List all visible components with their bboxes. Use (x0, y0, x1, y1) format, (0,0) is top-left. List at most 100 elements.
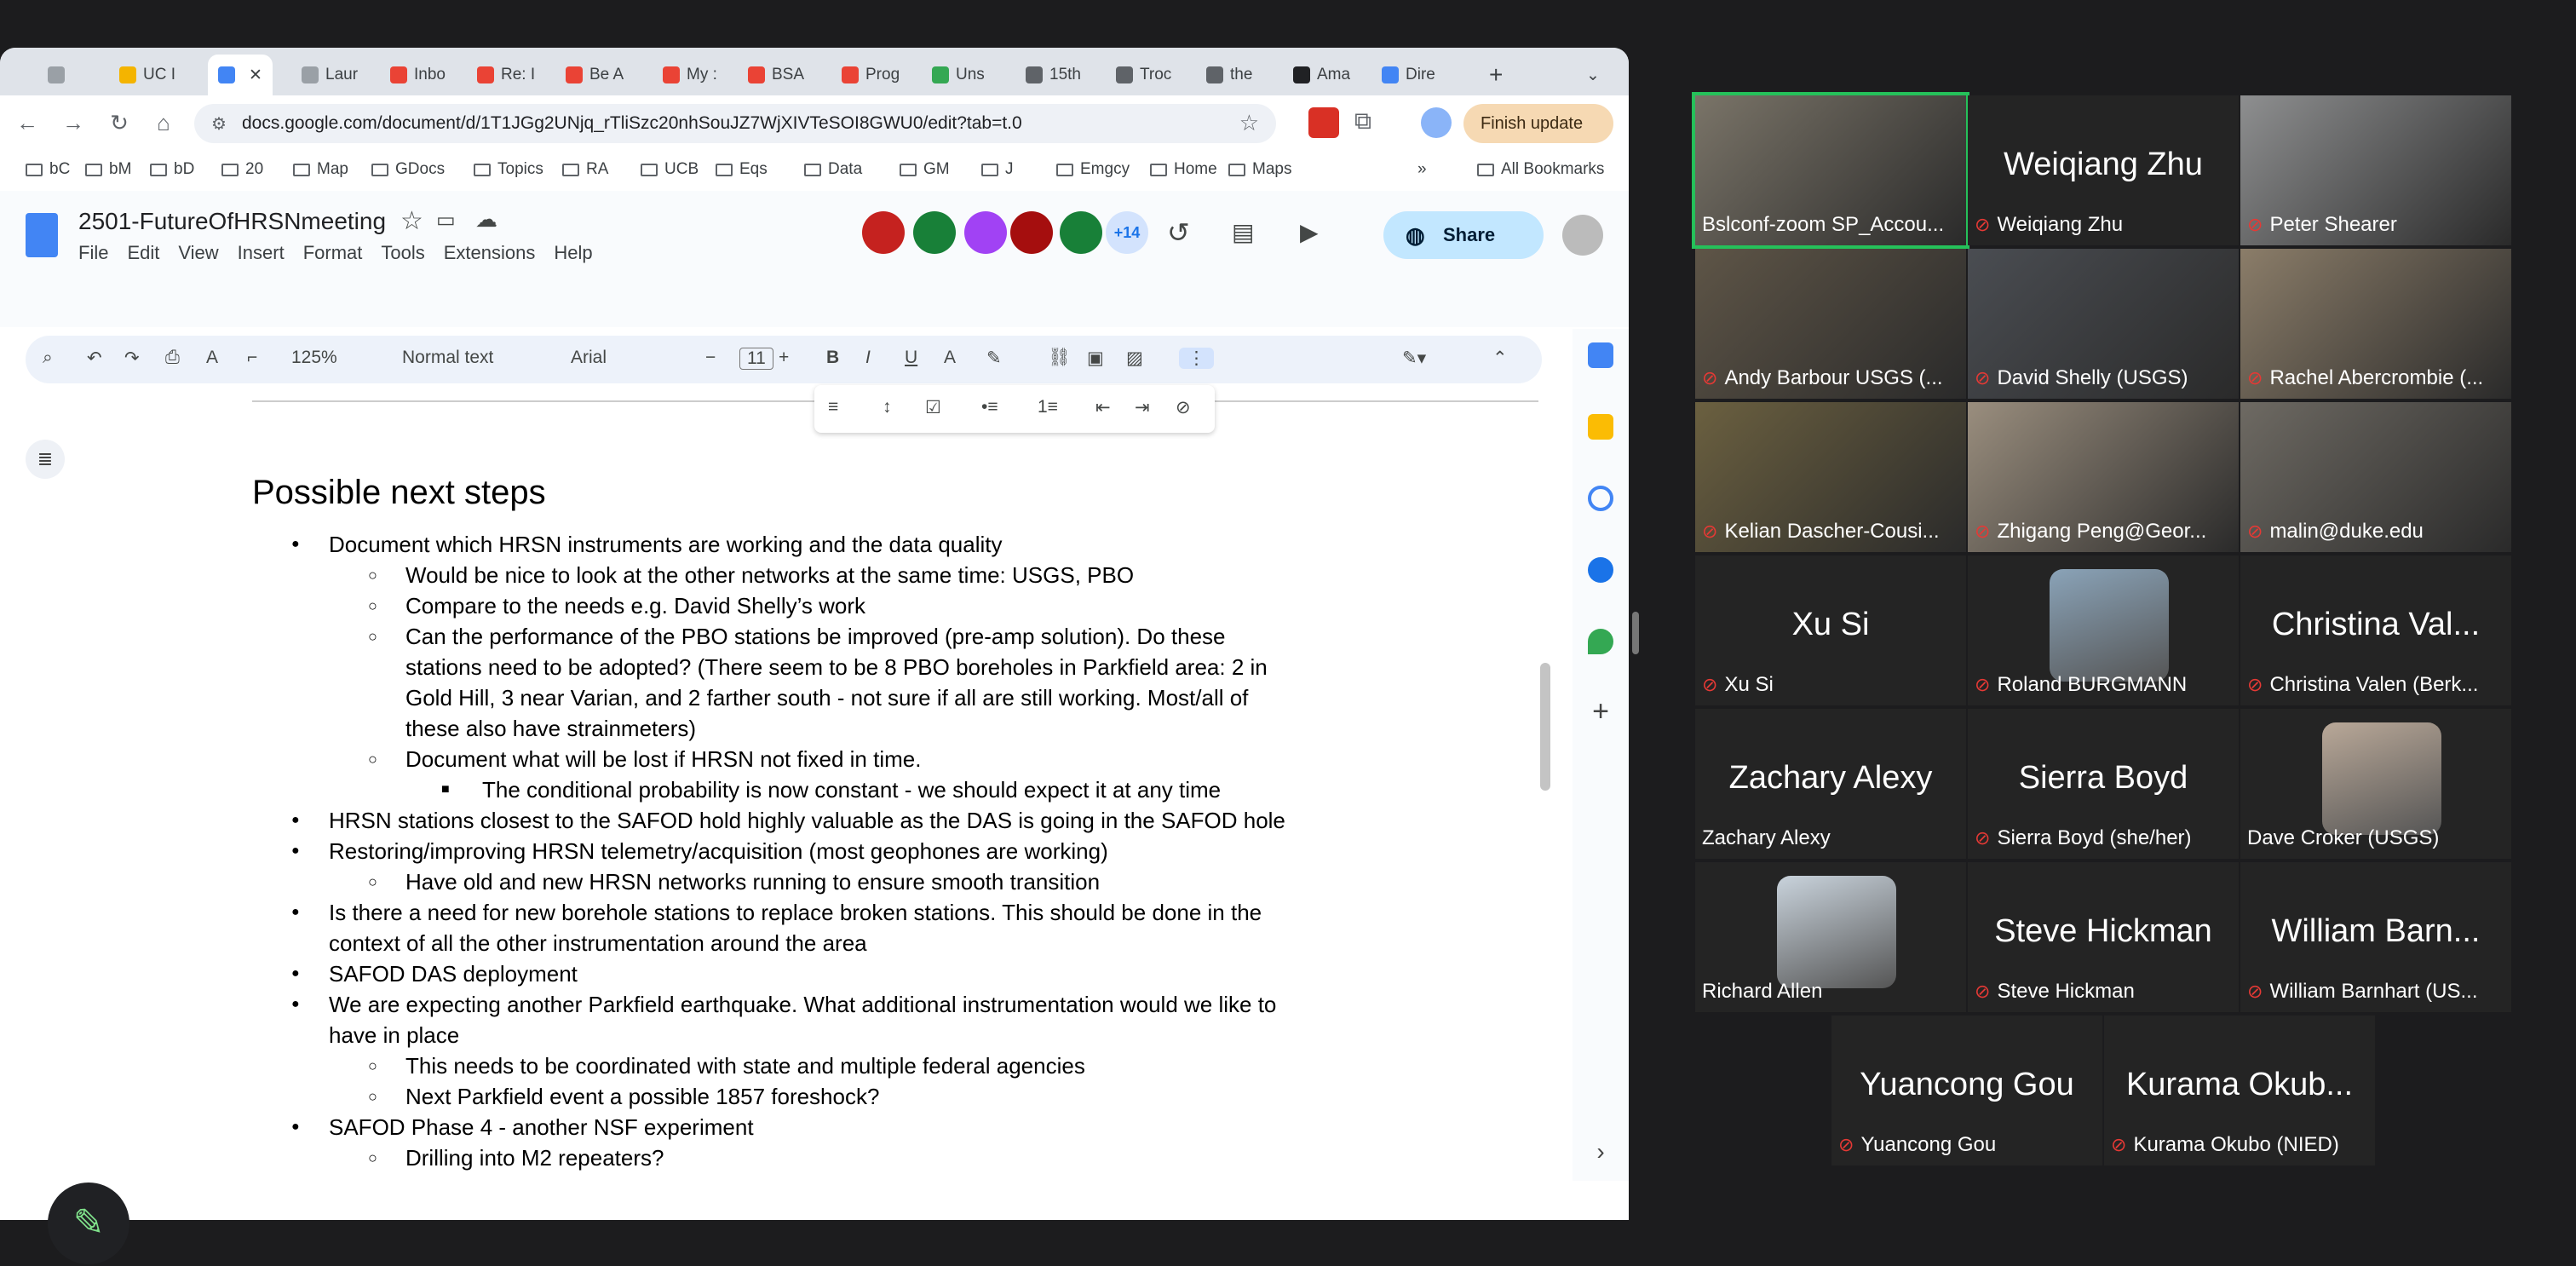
style-select[interactable]: Normal text (402, 348, 493, 368)
scrollbar[interactable] (1540, 663, 1550, 791)
line-spacing-icon[interactable]: ↕ (883, 397, 892, 417)
participant-tile[interactable]: ⊘ malin@duke.edu (2240, 402, 2511, 552)
menu-tools[interactable]: Tools (381, 242, 424, 264)
menu-extensions[interactable]: Extensions (444, 242, 536, 264)
bookmark-item[interactable]: Maps (1228, 160, 1291, 179)
bookmark-item[interactable]: bD (150, 160, 194, 179)
viewer-avatar[interactable] (1010, 211, 1053, 254)
participant-tile[interactable]: ⊘ Kelian Dascher-Cousi... (1695, 402, 1966, 552)
finish-update-button[interactable]: Finish update (1463, 104, 1613, 143)
bookmark-item[interactable]: bC (26, 160, 70, 179)
browser-tab[interactable]: Laur (302, 60, 358, 90)
redo-icon[interactable]: ↷ (124, 348, 140, 369)
participant-tile[interactable]: ⊘ Zhigang Peng@Geor... (1968, 402, 2239, 552)
share-button[interactable]: ◍ Share (1383, 211, 1544, 259)
version-history-icon[interactable]: ↺ (1167, 216, 1190, 249)
menu-view[interactable]: View (178, 242, 218, 264)
bookmark-item[interactable]: Map (293, 160, 348, 179)
all-bookmarks[interactable]: All Bookmarks (1477, 160, 1604, 179)
browser-tab[interactable]: BSA (748, 60, 804, 90)
viewer-avatar[interactable] (1060, 211, 1102, 254)
home-icon[interactable]: ⌂ (150, 109, 177, 136)
maps-icon[interactable] (1588, 629, 1613, 654)
bookmark-item[interactable]: RA (562, 160, 608, 179)
italic-icon[interactable]: I (865, 348, 871, 368)
new-tab-icon[interactable]: + (1489, 60, 1503, 90)
add-addon-icon[interactable]: + (1588, 697, 1613, 726)
insert-link-icon[interactable]: ⛓ (1048, 348, 1071, 368)
browser-tab[interactable]: ✕ (208, 55, 273, 95)
back-icon[interactable]: ← (14, 109, 41, 136)
more-options-icon[interactable]: ⋮ (1179, 348, 1214, 369)
viewer-avatar[interactable] (964, 211, 1007, 254)
more-viewers-badge[interactable]: +14 (1106, 211, 1148, 254)
reload-icon[interactable]: ↻ (106, 109, 133, 136)
highlight-icon[interactable]: ✎ (986, 348, 1002, 369)
browser-tab[interactable]: Re: I (477, 60, 535, 90)
participant-tile[interactable]: Weiqiang Zhu ⊘ Weiqiang Zhu (1968, 95, 2239, 245)
menu-format[interactable]: Format (303, 242, 363, 264)
menu-insert[interactable]: Insert (238, 242, 285, 264)
browser-tab[interactable]: Be A (566, 60, 624, 90)
print-icon[interactable]: ⎙ (165, 348, 180, 368)
menu-edit[interactable]: Edit (127, 242, 159, 264)
underline-icon[interactable]: U (905, 348, 917, 368)
hide-menus-chevron-icon[interactable]: ⌃ (1492, 348, 1508, 369)
menu-file[interactable]: File (78, 242, 108, 264)
bookmark-item[interactable]: Data (804, 160, 862, 179)
outline-icon[interactable]: ≣ (26, 440, 65, 479)
account-avatar[interactable] (1562, 215, 1603, 256)
bulleted-list-icon[interactable]: •≡ (981, 397, 998, 417)
bookmark-item[interactable]: bM (85, 160, 131, 179)
participant-tile[interactable]: Xu Si ⊘ Xu Si (1695, 555, 1966, 705)
spellcheck-icon[interactable]: A (206, 348, 218, 368)
zoom-select[interactable]: 125% (291, 348, 337, 368)
browser-tab[interactable]: 15th (1026, 60, 1081, 90)
meet-icon[interactable]: ▶ (1300, 218, 1319, 246)
text-color-icon[interactable]: A (944, 348, 956, 368)
site-info-icon[interactable]: ⚙ (211, 113, 227, 135)
participant-tile[interactable]: William Barn... ⊘ William Barnhart (US... (2240, 862, 2511, 1012)
browser-tab[interactable]: the (1206, 60, 1252, 90)
browser-tab[interactable]: Troc (1116, 60, 1171, 90)
participant-tile[interactable]: Dave Croker (USGS) (2240, 709, 2511, 859)
contacts-icon[interactable] (1588, 557, 1613, 583)
viewer-avatar[interactable] (862, 211, 905, 254)
close-tab-icon[interactable]: ✕ (249, 66, 262, 85)
align-icon[interactable]: ≡ (828, 397, 838, 417)
insert-comment-icon[interactable]: ▣ (1087, 348, 1104, 369)
participant-tile[interactable]: Zachary Alexy Zachary Alexy (1695, 709, 1966, 859)
participant-tile[interactable]: ⊘ Roland BURGMANN (1968, 555, 2239, 705)
participant-tile[interactable]: Richard Allen (1695, 862, 1966, 1012)
participant-tile[interactable]: Yuancong Gou ⊘ Yuancong Gou (1831, 1016, 2102, 1165)
decrease-font-icon[interactable]: − (705, 348, 716, 368)
browser-tab[interactable]: UC I (119, 60, 175, 90)
bookmark-item[interactable]: 20 (221, 160, 263, 179)
participant-tile[interactable]: ⊘ Peter Shearer (2240, 95, 2511, 245)
star-icon[interactable]: ☆ (400, 206, 423, 236)
forward-icon[interactable]: → (60, 109, 87, 136)
increase-font-icon[interactable]: + (779, 348, 789, 368)
move-folder-icon[interactable]: ▭ (436, 208, 456, 233)
split-handle[interactable] (1632, 612, 1639, 654)
participant-tile[interactable]: Sierra Boyd ⊘ Sierra Boyd (she/her) (1968, 709, 2239, 859)
document-title[interactable]: 2501-FutureOfHRSNmeeting (78, 208, 386, 235)
bookmark-item[interactable]: Emgcy (1056, 160, 1130, 179)
font-size-field[interactable]: 11 (739, 348, 773, 370)
bookmark-item[interactable]: J (981, 160, 1014, 179)
extensions-puzzle-icon[interactable]: ⧉ (1354, 107, 1371, 135)
viewer-avatar[interactable] (913, 211, 956, 254)
tasks-icon[interactable] (1588, 486, 1613, 511)
increase-indent-icon[interactable]: ⇥ (1135, 397, 1150, 418)
tab-search-icon[interactable]: ⌄ (1586, 60, 1600, 90)
address-bar[interactable]: ⚙ docs.google.com/document/d/1T1JGg2UNjq… (194, 104, 1276, 143)
docs-logo-icon[interactable] (26, 213, 58, 257)
bookmark-item[interactable]: Home (1150, 160, 1217, 179)
bookmark-item[interactable]: GM (900, 160, 950, 179)
search-menus-icon[interactable]: ⌕ (43, 348, 53, 368)
profile-avatar[interactable] (1421, 107, 1452, 138)
participant-tile[interactable]: Kurama Okub... ⊘ Kurama Okubo (NIED) (2104, 1016, 2375, 1165)
decrease-indent-icon[interactable]: ⇤ (1095, 397, 1111, 418)
browser-tab[interactable]: Ama (1293, 60, 1350, 90)
keep-icon[interactable] (1588, 414, 1613, 440)
